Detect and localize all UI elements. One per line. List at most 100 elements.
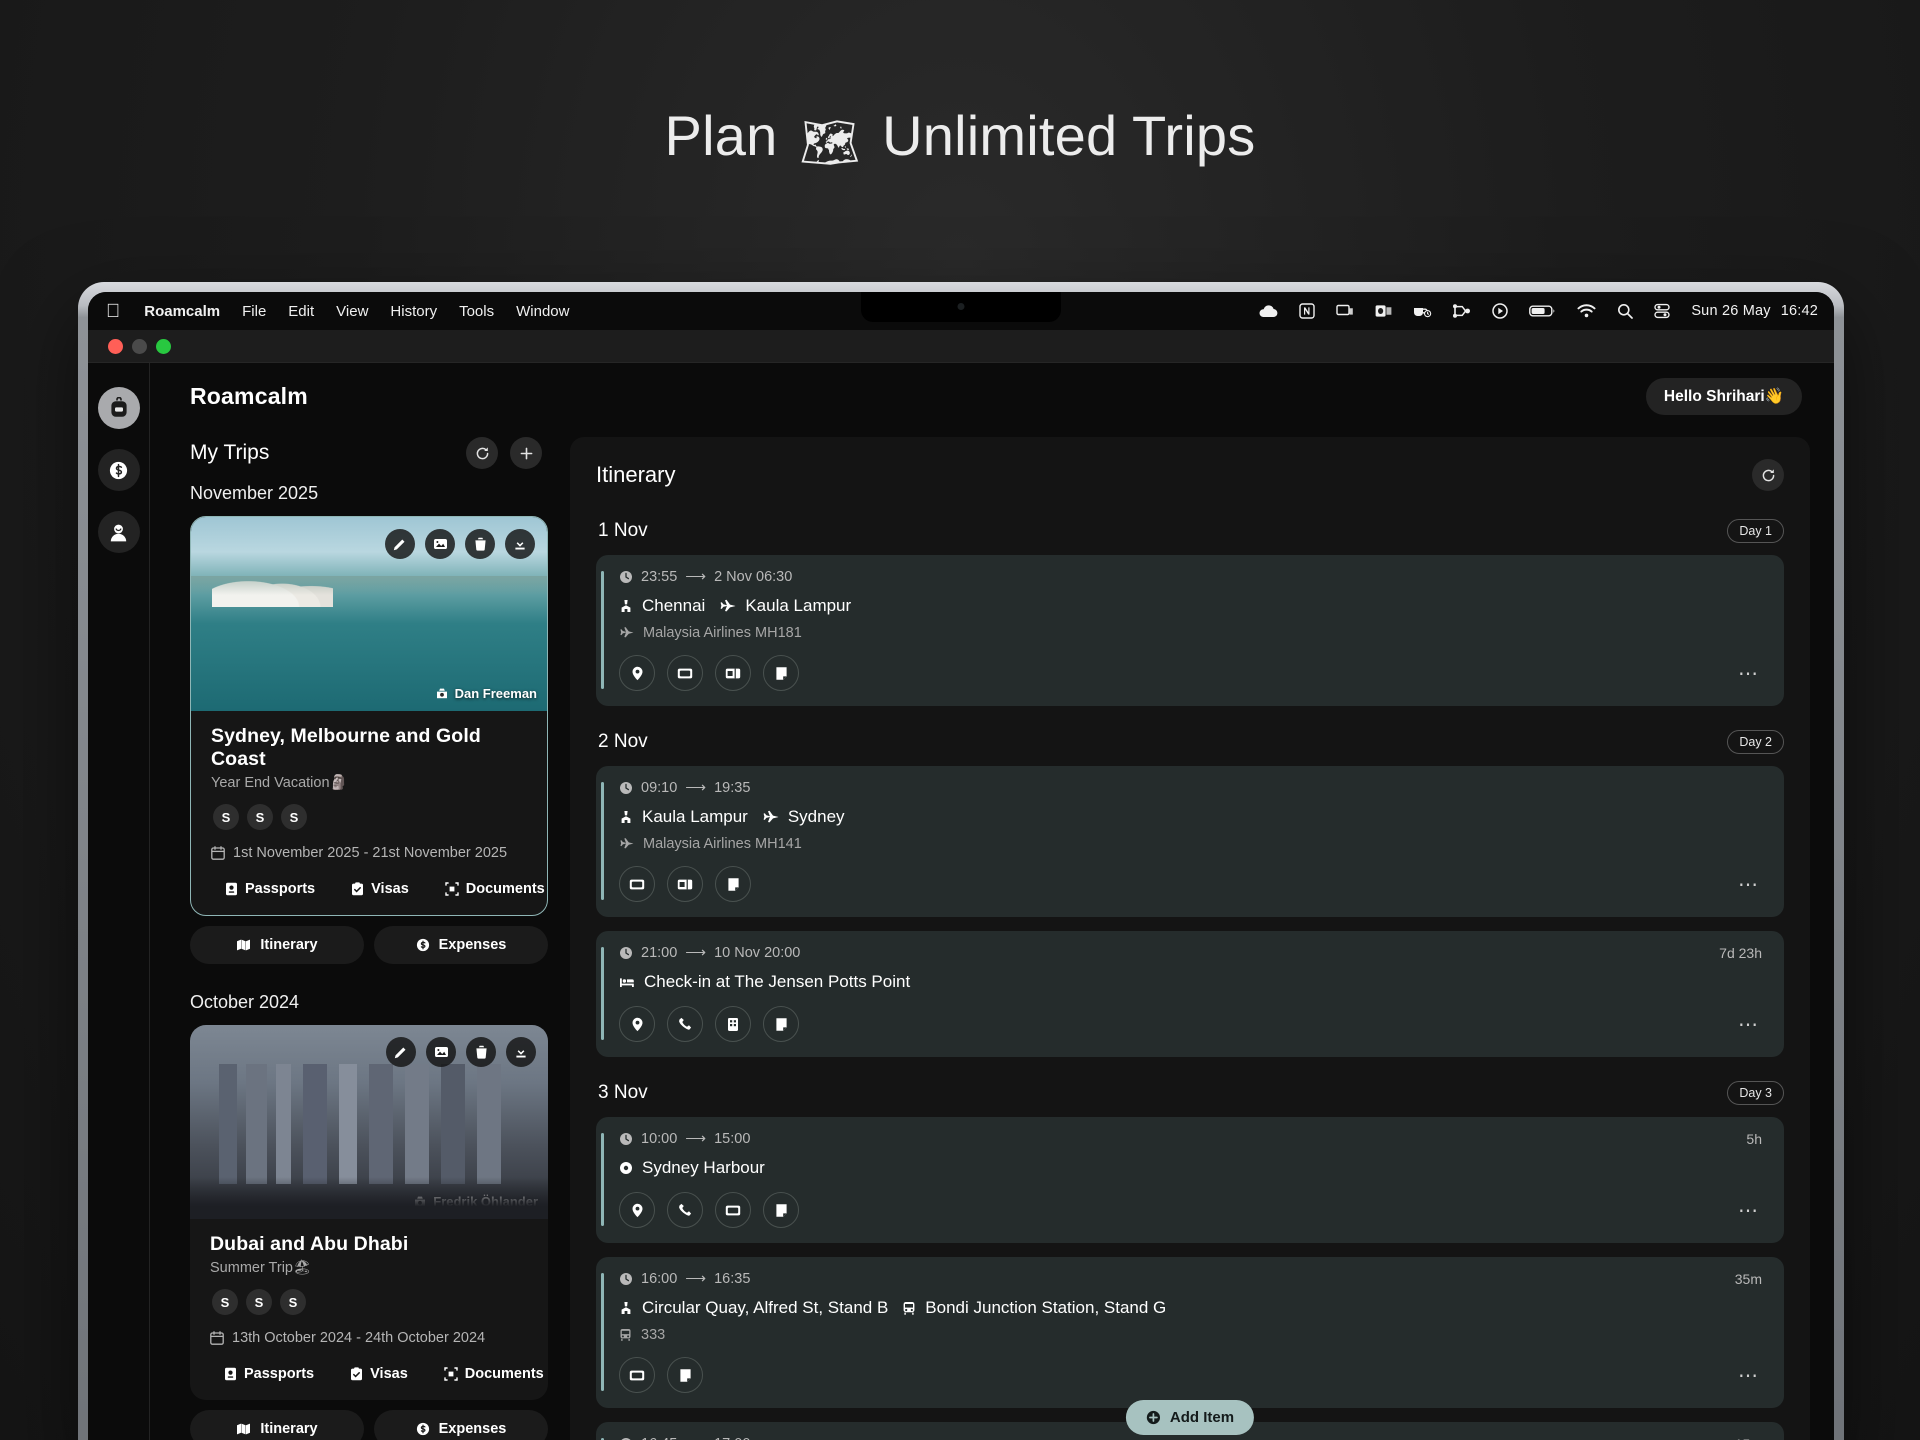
play-circle-icon[interactable] <box>1492 303 1509 319</box>
menu-history[interactable]: History <box>390 303 437 320</box>
trip-card[interactable]: Fredrik Öhlander Dubai and Abu Dhabi Sum… <box>190 1025 548 1401</box>
documents-link[interactable]: Documents <box>444 1366 544 1382</box>
boarding-pass-icon[interactable] <box>715 655 751 692</box>
screen-mirroring-icon[interactable] <box>1336 304 1354 318</box>
note-icon[interactable] <box>763 1192 799 1229</box>
close-window-button[interactable] <box>108 338 123 354</box>
content-columns: My Trips November 2025 Dan Freeman Sydne… <box>150 429 1834 1440</box>
note-icon[interactable] <box>667 1357 703 1394</box>
passports-label: Passports <box>244 1366 315 1383</box>
phone-icon[interactable] <box>667 1192 703 1229</box>
minimize-window-button[interactable] <box>132 338 147 354</box>
event-more-button[interactable]: ⋯ <box>1738 661 1766 686</box>
menu-file[interactable]: File <box>242 303 266 320</box>
arrow-icon: ⟶ <box>685 945 707 962</box>
tab-itinerary[interactable]: Itinerary <box>190 926 364 965</box>
itinerary-event[interactable]: 23:55 ⟶ 2 Nov 06:30 Chennai Kaula Lampur… <box>596 555 1784 707</box>
menu-window[interactable]: Window <box>516 303 569 320</box>
menu-edit[interactable]: Edit <box>288 303 314 320</box>
cloud-icon[interactable] <box>1258 304 1278 318</box>
change-photo-button[interactable] <box>425 529 455 560</box>
itinerary-event[interactable]: 16:00 ⟶ 16:35 35m Circular Quay, Alfred … <box>596 1257 1784 1409</box>
apple-icon[interactable]:  <box>106 302 120 321</box>
ticket-icon[interactable] <box>619 1357 655 1394</box>
passports-link[interactable]: Passports <box>224 1366 314 1382</box>
location-pin-icon[interactable] <box>619 1192 655 1229</box>
outlook-icon[interactable] <box>1375 303 1392 319</box>
building-icon[interactable] <box>715 1006 751 1043</box>
add-trip-button[interactable] <box>510 437 542 470</box>
ticket-icon[interactable] <box>715 1192 751 1229</box>
avatar[interactable]: S <box>246 1289 272 1316</box>
menu-view[interactable]: View <box>336 303 368 320</box>
menubar-status-area: Sun 26 May 16:42 <box>1258 303 1818 319</box>
change-photo-button[interactable] <box>426 1037 456 1068</box>
boarding-pass-icon[interactable] <box>667 866 703 903</box>
visas-link[interactable]: Visas <box>351 881 409 897</box>
event-more-button[interactable]: ⋯ <box>1738 872 1766 897</box>
itinerary-event[interactable]: 21:00 ⟶ 10 Nov 20:00 7d 23h Check-in at … <box>596 931 1784 1058</box>
macos-menubar:  Roamcalm File Edit View History Tools … <box>88 292 1834 330</box>
delete-trip-button[interactable] <box>465 529 495 560</box>
airport-tower-icon <box>621 1302 631 1315</box>
documents-icon <box>444 1367 458 1382</box>
search-icon[interactable] <box>1617 303 1634 319</box>
avatar[interactable]: S <box>213 804 239 831</box>
event-route: Circular Quay, Alfred St, Stand B Bondi … <box>619 1298 1766 1318</box>
location-pin-icon[interactable] <box>619 655 655 692</box>
download-trip-button[interactable] <box>506 1037 536 1068</box>
avatar[interactable]: S <box>247 804 273 831</box>
event-to: Bondi Junction Station, Stand G <box>925 1298 1167 1318</box>
location-pin-icon[interactable] <box>619 1006 655 1043</box>
add-item-button[interactable]: Add Item <box>1125 1400 1255 1436</box>
edit-trip-button[interactable] <box>385 529 415 560</box>
bus-icon <box>620 1329 631 1342</box>
control-center-icon[interactable] <box>1654 303 1671 319</box>
tab-itinerary[interactable]: Itinerary <box>190 1410 364 1440</box>
menu-tools[interactable]: Tools <box>459 303 494 320</box>
refresh-trips-button[interactable] <box>466 437 498 470</box>
note-icon[interactable] <box>763 655 799 692</box>
battery-icon[interactable] <box>1529 304 1556 318</box>
user-greeting-chip[interactable]: Hello Shrihari👋 <box>1645 377 1802 415</box>
edit-trip-button[interactable] <box>386 1037 416 1068</box>
ticket-icon[interactable] <box>619 866 655 903</box>
avatar[interactable]: S <box>280 1289 306 1316</box>
pencil-icon <box>394 1047 406 1059</box>
trip-card[interactable]: Dan Freeman Sydney, Melbourne and Gold C… <box>190 516 548 917</box>
arrow-icon: ⟶ <box>685 1436 706 1440</box>
itinerary-event[interactable]: 10:00 ⟶ 15:00 5h Sydney Harbour ⋯ <box>596 1117 1784 1244</box>
menubar-clock[interactable]: Sun 26 May 16:42 <box>1691 303 1818 319</box>
shortcuts-icon[interactable] <box>1453 303 1471 319</box>
event-more-button[interactable]: ⋯ <box>1738 1198 1766 1223</box>
refresh-itinerary-button[interactable] <box>1752 459 1784 492</box>
headline-after: Unlimited Trips <box>882 104 1256 167</box>
event-time: 16:00 ⟶ 16:35 <box>619 1271 750 1287</box>
event-more-button[interactable]: ⋯ <box>1738 1012 1766 1037</box>
tab-expenses[interactable]: Expenses <box>374 1410 548 1440</box>
ticket-icon[interactable] <box>667 655 703 692</box>
avatar[interactable]: S <box>212 1289 238 1316</box>
wifi-icon[interactable] <box>1577 304 1596 318</box>
passports-link[interactable]: Passports <box>225 881 315 897</box>
sidebar-item-expenses[interactable] <box>97 449 140 492</box>
visas-link[interactable]: Visas <box>350 1366 408 1382</box>
note-icon[interactable] <box>763 1006 799 1043</box>
download-trip-button[interactable] <box>505 529 535 560</box>
documents-link[interactable]: Documents <box>445 881 545 897</box>
maximize-window-button[interactable] <box>156 338 171 354</box>
itinerary-event[interactable]: 09:10 ⟶ 19:35 Kaula Lampur Sydney Malays… <box>596 766 1784 918</box>
sidebar-item-trips[interactable] <box>97 387 140 430</box>
tab-expenses[interactable]: Expenses <box>374 926 548 965</box>
phone-icon[interactable] <box>667 1006 703 1043</box>
visas-label: Visas <box>370 1366 408 1383</box>
menubar-app-name[interactable]: Roamcalm <box>144 303 220 320</box>
delete-trip-button[interactable] <box>466 1037 496 1068</box>
notion-icon[interactable] <box>1299 303 1316 319</box>
sidebar-item-profile[interactable] <box>97 511 140 554</box>
note-icon[interactable] <box>715 866 751 903</box>
avatar[interactable]: S <box>281 804 307 831</box>
coffee-timer-icon[interactable] <box>1413 303 1432 319</box>
plane-icon <box>763 810 779 823</box>
event-more-button[interactable]: ⋯ <box>1738 1363 1766 1388</box>
